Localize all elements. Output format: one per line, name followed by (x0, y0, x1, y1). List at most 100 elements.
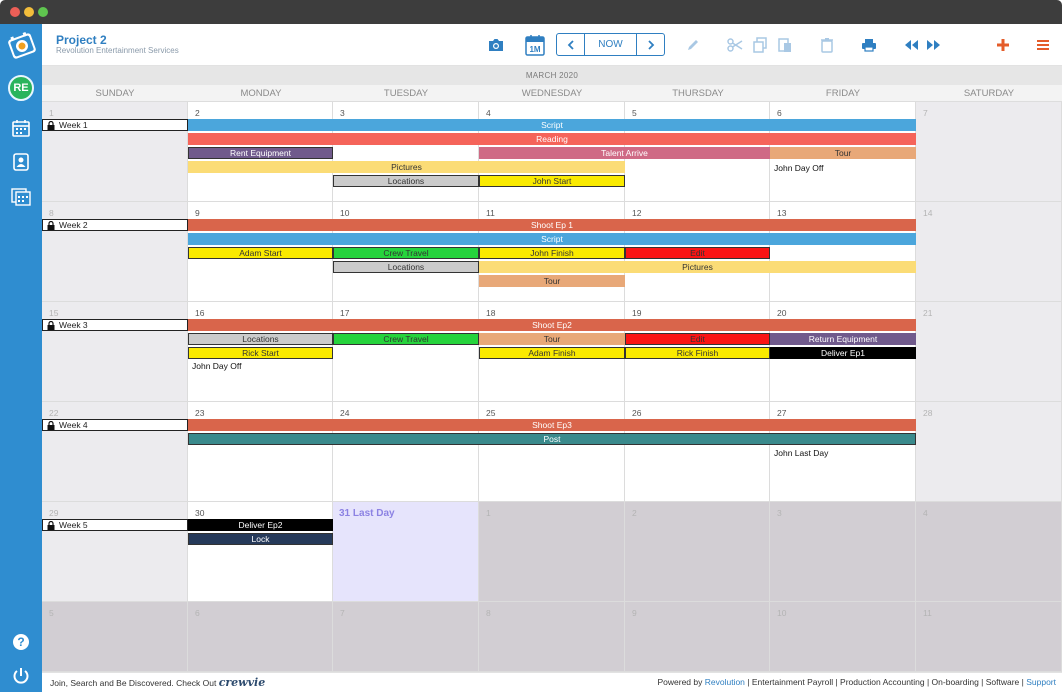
event-script[interactable]: Script (188, 233, 916, 245)
fast-forward-icon[interactable] (925, 33, 943, 57)
day-number: 3 (777, 508, 782, 518)
event-post[interactable]: Post (188, 433, 916, 445)
crewvie-link[interactable]: crewvie (219, 676, 266, 689)
add-icon[interactable] (994, 33, 1012, 57)
event-john-last-day[interactable]: John Last Day (774, 448, 828, 458)
day-cell[interactable]: 29 (42, 502, 188, 602)
day-cell[interactable]: 7 (333, 602, 479, 672)
next-button[interactable] (637, 34, 664, 55)
footer-promo: Join, Search and Be Discovered. Check Ou… (50, 673, 265, 692)
close-window-button[interactable] (10, 7, 20, 17)
day-cell[interactable]: 25 (479, 402, 625, 502)
event-john-start[interactable]: John Start (479, 175, 625, 187)
day-cell[interactable]: 13 (770, 202, 916, 302)
contacts-icon[interactable] (11, 152, 31, 172)
day-cell[interactable]: 3 (333, 102, 479, 202)
day-cell[interactable]: 6 (188, 602, 333, 672)
copy-icon[interactable] (751, 33, 769, 57)
day-cell[interactable]: 26 (625, 402, 770, 502)
event-deliver-ep1[interactable]: Deliver Ep1 (770, 347, 916, 359)
event-shoot-ep3[interactable]: Shoot Ep3 (188, 419, 916, 431)
day-cell[interactable]: 21 (916, 302, 1062, 402)
day-cell[interactable]: 30 (188, 502, 333, 602)
paste-icon[interactable] (776, 33, 794, 57)
week-label[interactable]: Week 3 (42, 319, 188, 331)
help-icon[interactable]: ? (11, 632, 31, 652)
project-title[interactable]: Project 2 (56, 33, 107, 47)
day-cell[interactable]: 11 (916, 602, 1062, 672)
day-cell[interactable]: 22 (42, 402, 188, 502)
week-label[interactable]: Week 4 (42, 419, 188, 431)
event-shoot-ep1[interactable]: Shoot Ep 1 (188, 219, 916, 231)
day-cell[interactable]: 10 (770, 602, 916, 672)
event-tour[interactable]: Tour (479, 275, 625, 287)
camera-icon[interactable] (486, 33, 506, 57)
event-reading[interactable]: Reading (188, 133, 916, 145)
event-return-equipment[interactable]: Return Equipment (770, 333, 916, 345)
event-crew-travel[interactable]: Crew Travel (333, 247, 479, 259)
day-cell[interactable]: 3 (770, 502, 916, 602)
app-logo-icon[interactable] (6, 31, 38, 61)
user-avatar[interactable]: RE (8, 75, 34, 101)
day-cell[interactable]: 28 (916, 402, 1062, 502)
event-pictures[interactable]: Pictures (188, 161, 625, 173)
event-rick-finish[interactable]: Rick Finish (625, 347, 770, 359)
print-icon[interactable] (860, 33, 878, 57)
event-script[interactable]: Script (188, 119, 916, 131)
revolution-link[interactable]: Revolution (705, 677, 745, 687)
event-crew-travel[interactable]: Crew Travel (333, 333, 479, 345)
schedule-icon[interactable] (11, 186, 31, 206)
event-locations[interactable]: Locations (333, 175, 479, 187)
event-edit[interactable]: Edit (625, 333, 770, 345)
event-talent-arrive[interactable]: Talent Arrive (479, 147, 770, 159)
week-label[interactable]: Week 1 (42, 119, 188, 131)
day-cell[interactable]: 1 (479, 502, 625, 602)
previous-button[interactable] (557, 34, 584, 55)
event-tour[interactable]: Tour (770, 147, 916, 159)
now-button[interactable]: NOW (584, 34, 637, 55)
event-pictures[interactable]: Pictures (479, 261, 916, 273)
event-lock[interactable]: Lock (188, 533, 333, 545)
trash-icon[interactable] (818, 33, 836, 57)
event-rick-start[interactable]: Rick Start (188, 347, 333, 359)
event-john-finish[interactable]: John Finish (479, 247, 625, 259)
day-cell[interactable]: 7 (916, 102, 1062, 202)
day-cell[interactable]: 17 (333, 302, 479, 402)
event-john-day-off[interactable]: John Day Off (192, 361, 241, 371)
today-cell[interactable]: 31 Last Day (333, 502, 479, 602)
event-deliver-ep2[interactable]: Deliver Ep2 (188, 519, 333, 531)
event-john-day-off[interactable]: John Day Off (774, 163, 823, 173)
power-icon[interactable] (11, 666, 31, 686)
day-cell[interactable]: 5 (42, 602, 188, 672)
support-link[interactable]: Support (1026, 677, 1056, 687)
day-cell[interactable]: 1 (42, 102, 188, 202)
minimize-window-button[interactable] (24, 7, 34, 17)
footer-link-list[interactable]: | Entertainment Payroll | Production Acc… (745, 677, 1026, 687)
event-shoot-ep2[interactable]: Shoot Ep2 (188, 319, 916, 331)
week-label[interactable]: Week 5 (42, 519, 188, 531)
day-cell[interactable]: 14 (916, 202, 1062, 302)
event-locations[interactable]: Locations (188, 333, 333, 345)
menu-icon[interactable] (1034, 33, 1052, 57)
event-adam-finish[interactable]: Adam Finish (479, 347, 625, 359)
day-cell[interactable]: 2 (625, 502, 770, 602)
day-cell[interactable]: 24 (333, 402, 479, 502)
day-cell[interactable]: 8 (42, 202, 188, 302)
day-cell[interactable]: 8 (479, 602, 625, 672)
day-cell[interactable]: 9 (625, 602, 770, 672)
event-edit[interactable]: Edit (625, 247, 770, 259)
day-cell[interactable]: 4 (916, 502, 1062, 602)
event-adam-start[interactable]: Adam Start (188, 247, 333, 259)
calendar-icon[interactable] (11, 118, 31, 138)
zoom-window-button[interactable] (38, 7, 48, 17)
day-cell[interactable]: 15 (42, 302, 188, 402)
event-rent-equipment[interactable]: Rent Equipment (188, 147, 333, 159)
event-tour[interactable]: Tour (479, 333, 625, 345)
day-cell[interactable]: 23 (188, 402, 333, 502)
scissors-icon[interactable] (726, 33, 744, 57)
pencil-icon[interactable] (684, 33, 702, 57)
month-view-icon[interactable]: 1M (524, 33, 546, 57)
rewind-icon[interactable] (902, 33, 920, 57)
event-locations[interactable]: Locations (333, 261, 479, 273)
week-label[interactable]: Week 2 (42, 219, 188, 231)
